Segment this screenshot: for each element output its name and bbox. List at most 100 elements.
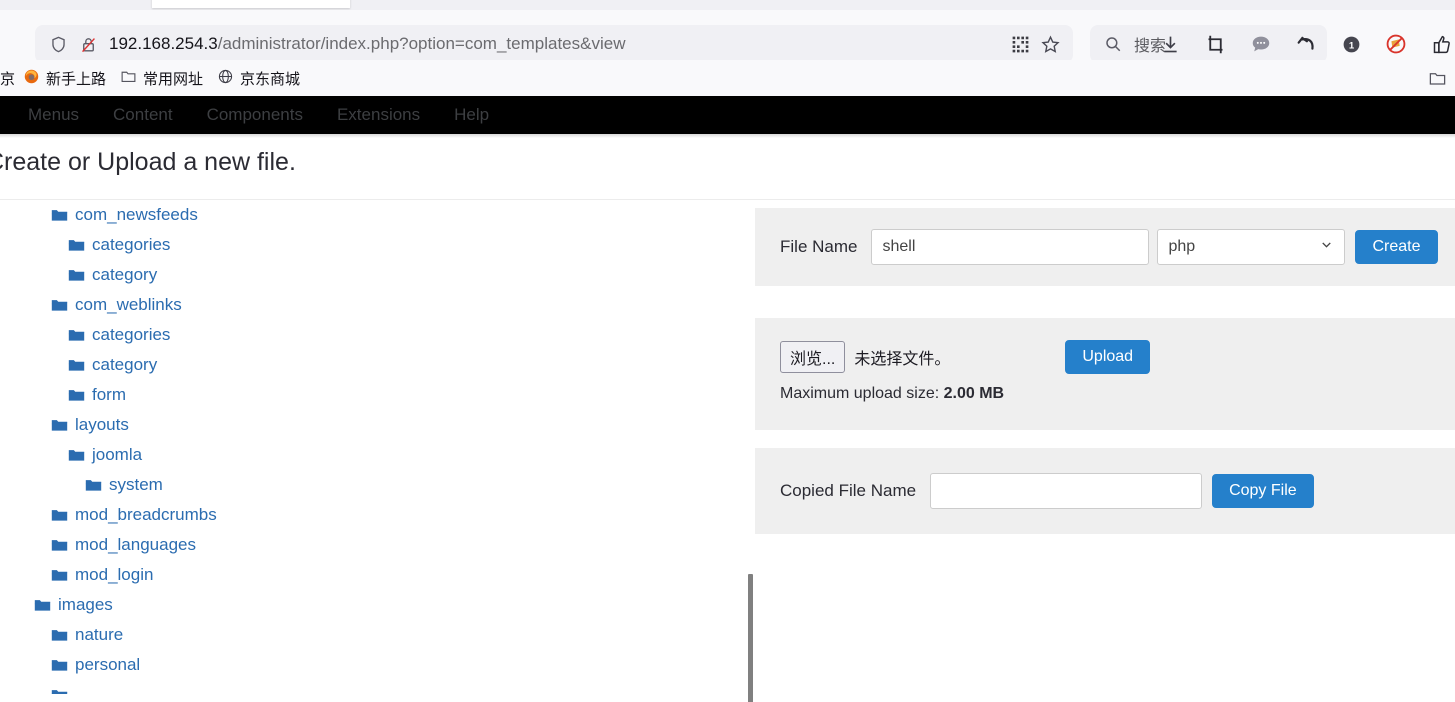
screenshot-crop-icon[interactable] — [1202, 30, 1229, 58]
tree-node[interactable]: images — [0, 590, 745, 620]
menu-item-extensions[interactable]: Extensions — [325, 101, 432, 129]
tree-node[interactable]: com_weblinks — [0, 290, 745, 320]
file-name-label: File Name — [780, 237, 858, 256]
max-upload-size-label: Maximum upload size: — [780, 385, 944, 402]
bookmarks-overflow-folder-icon[interactable] — [1428, 60, 1447, 96]
admin-menubar: Menus Content Components Extensions Help — [0, 96, 1455, 134]
tree-node-label: nature — [75, 625, 124, 644]
file-name-input[interactable] — [871, 229, 1150, 265]
chevron-down-icon — [1319, 237, 1334, 257]
browse-button[interactable]: 浏览... — [780, 341, 846, 373]
tree-node[interactable]: mod_login — [0, 560, 745, 590]
thumb-up-icon[interactable] — [1428, 30, 1455, 58]
bookmark-label: 新手上路 — [46, 70, 107, 88]
max-upload-size-value: 2.00 MB — [943, 385, 1005, 402]
tree-node-label: com_newsfeeds — [75, 205, 198, 224]
folder-icon — [51, 568, 68, 582]
tree-node[interactable]: form — [0, 380, 745, 410]
folder-icon — [34, 598, 51, 612]
folder-icon — [68, 328, 85, 342]
menubar-shadow — [0, 134, 1455, 138]
tree-node[interactable]: layouts — [0, 410, 745, 440]
folder-icon — [51, 688, 68, 694]
tree-node-label: mod_login — [75, 565, 154, 584]
tree-node[interactable]: system — [0, 470, 745, 500]
tree-node-label: category — [92, 355, 158, 374]
browser-tab[interactable] — [152, 0, 350, 8]
page-title: Create or Upload a new file. — [0, 148, 296, 176]
tree-node-label: category — [92, 265, 158, 284]
folder-icon — [68, 238, 85, 252]
shield-icon[interactable] — [43, 29, 73, 59]
bookmark-star-icon[interactable] — [1035, 29, 1065, 59]
tree-node-label: mod_breadcrumbs — [75, 505, 217, 524]
tree-node[interactable]: categories — [0, 320, 745, 350]
notification-badge-icon[interactable]: 1 — [1338, 30, 1365, 58]
undo-arrow-icon[interactable] — [1292, 30, 1319, 58]
tree-node[interactable]: category — [0, 260, 745, 290]
tree-node[interactable]: category — [0, 350, 745, 380]
folder-icon — [68, 268, 85, 282]
copy-file-button[interactable]: Copy File — [1212, 474, 1314, 508]
folder-icon — [68, 358, 85, 372]
upload-panel-inner: 浏览... 未选择文件。 Upload Maximum upload size:… — [755, 318, 1455, 403]
tree-node-label: categories — [92, 235, 171, 254]
menu-item-components[interactable]: Components — [195, 101, 315, 129]
max-upload-size-text: Maximum upload size: 2.00 MB — [780, 385, 1455, 403]
folder-icon — [51, 418, 68, 432]
menu-item-help[interactable]: Help — [442, 101, 501, 129]
bookmark-item-firefox[interactable]: 新手上路 — [16, 64, 113, 92]
create-file-panel: File Name php Create — [755, 208, 1455, 286]
tree-node[interactable]: com_newsfeeds — [0, 200, 745, 230]
tree-node[interactable]: mod_languages — [0, 530, 745, 560]
bookmark-label: 京东商城 — [240, 70, 301, 88]
tree-node[interactable]: joomla — [0, 440, 745, 470]
copy-file-panel: Copied File Name Copy File — [755, 448, 1455, 534]
tree-node-label: images — [58, 595, 113, 614]
toolbar-icon-group: 1 — [1150, 25, 1455, 63]
folder-icon — [68, 388, 85, 402]
permissions-blocked-icon[interactable] — [73, 29, 103, 59]
bookmark-item-folder[interactable]: 常用网址 — [113, 64, 210, 92]
file-extension-select[interactable]: php — [1157, 229, 1346, 265]
file-picker-row: 浏览... 未选择文件。 Upload — [780, 340, 1455, 374]
tree-node-label: form — [92, 385, 126, 404]
upload-button-wrap: Upload — [1065, 340, 1151, 374]
tree-node-label: personal — [75, 655, 141, 674]
url-text: 192.168.254.3/administrator/index.php?op… — [103, 34, 1001, 54]
bookmark-item-globe[interactable]: 京东商城 — [210, 64, 307, 92]
tree-node[interactable]: personal — [0, 650, 745, 680]
bookmark-label: 常用网址 — [143, 70, 204, 88]
folder-icon — [68, 448, 85, 462]
folder-icon — [51, 508, 68, 522]
upload-button[interactable]: Upload — [1065, 340, 1151, 374]
menu-item-content[interactable]: Content — [101, 101, 185, 129]
create-button[interactable]: Create — [1355, 230, 1438, 264]
folder-icon — [120, 68, 137, 89]
chat-bubble-icon[interactable] — [1247, 30, 1274, 58]
copied-file-name-label: Copied File Name — [780, 481, 917, 500]
tree-node[interactable]: categories — [0, 230, 745, 260]
bookmarks-bar: 京 新手上路 常用网址 京东商城 — [0, 60, 1455, 96]
bookmark-item-clipped[interactable]: 京 — [0, 64, 16, 92]
blocked-popup-icon[interactable] — [1383, 30, 1410, 58]
download-icon[interactable] — [1157, 30, 1184, 58]
firefox-icon — [23, 68, 40, 89]
folder-icon — [51, 628, 68, 642]
upload-file-panel: 浏览... 未选择文件。 Upload Maximum upload size:… — [755, 318, 1455, 430]
folder-icon — [51, 538, 68, 552]
tree-node[interactable]: nature — [0, 620, 745, 650]
tree-node[interactable]: mod_breadcrumbs — [0, 500, 745, 530]
copy-file-row: Copied File Name Copy File — [755, 448, 1455, 534]
menu-item-menus[interactable]: Menus — [16, 101, 91, 129]
address-bar[interactable]: 192.168.254.3/administrator/index.php?op… — [35, 25, 1073, 63]
navigation-toolbar: 192.168.254.3/administrator/index.php?op… — [0, 10, 1455, 63]
tree-node[interactable] — [0, 680, 745, 694]
folder-icon — [85, 478, 102, 492]
file-tree: com_newsfeeds categories category com_webli… — [0, 200, 745, 694]
bookmark-label: 京 — [0, 70, 16, 88]
copied-file-name-input[interactable] — [930, 473, 1203, 509]
qr-code-icon[interactable] — [1005, 29, 1035, 59]
tree-node-label: com_weblinks — [75, 295, 182, 314]
tree-scrollbar[interactable] — [748, 574, 753, 702]
